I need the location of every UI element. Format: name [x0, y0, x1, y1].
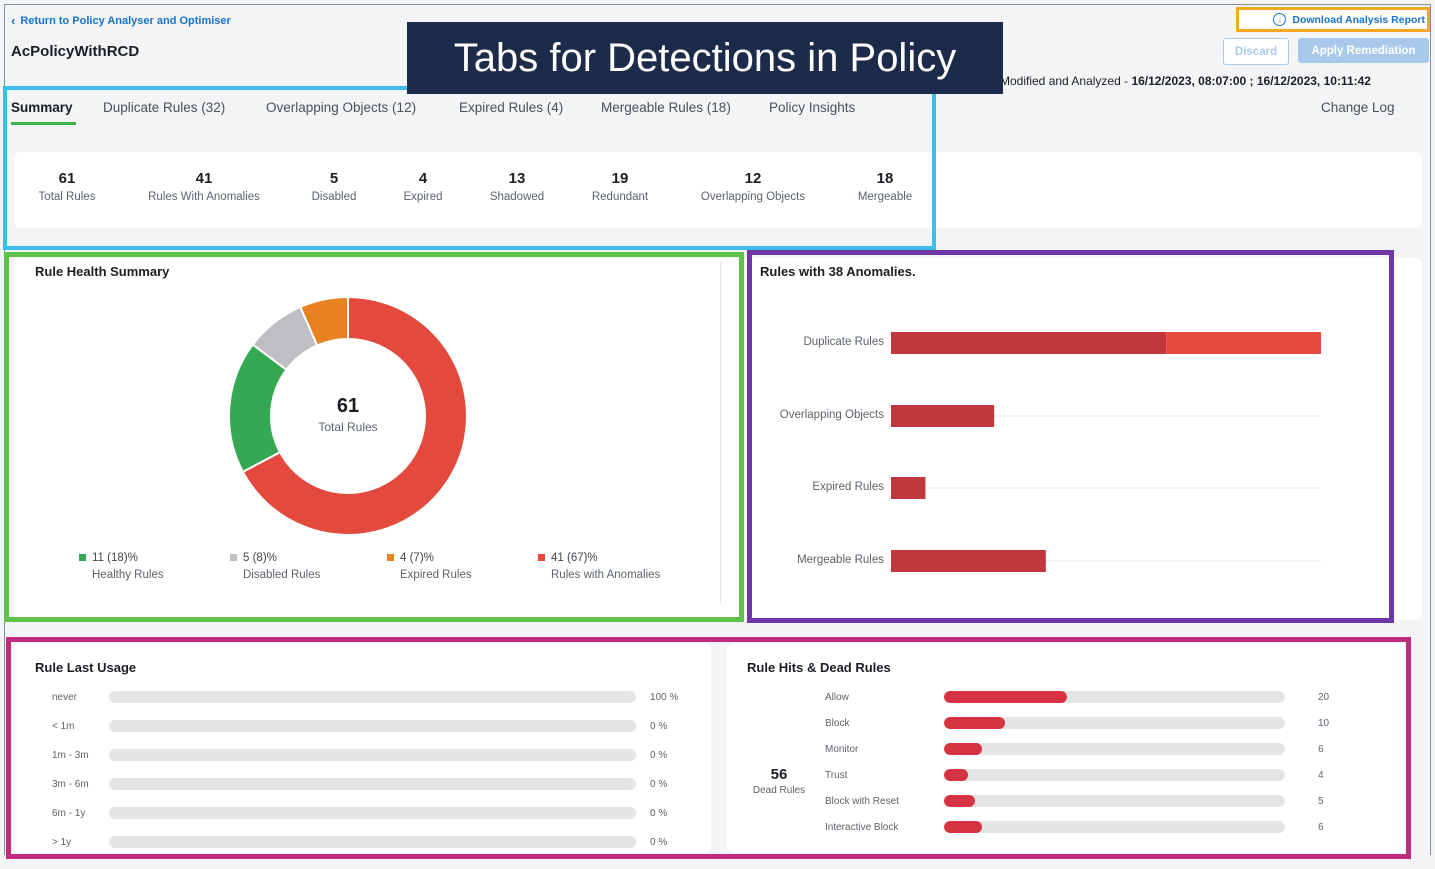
stats-row: 61 Total Rules 41 Rules With Anomalies 5 Di…	[0, 152, 913, 203]
download-report-button[interactable]: ↓ Download Analysis Report	[1236, 7, 1430, 32]
highlight-health-box	[4, 252, 744, 622]
return-link[interactable]: ‹ Return to Policy Analyser and Optimise…	[11, 13, 231, 28]
policy-name: AcPolicyWithRCD	[11, 43, 140, 60]
highlight-anomalies-box	[747, 250, 1394, 623]
tab-change-log[interactable]: Change Log	[1321, 100, 1395, 115]
tabs-callout-banner: Tabs for Detections in Policy	[407, 22, 1003, 94]
highlight-usage-box	[6, 637, 1411, 859]
highlight-tabs-box	[3, 86, 936, 250]
discard-button[interactable]: Discard	[1223, 38, 1289, 65]
return-link-label: Return to Policy Analyser and Optimiser	[20, 14, 231, 27]
modified-info: Modified and Analyzed - 16/12/2023, 08:0…	[1000, 74, 1371, 88]
apply-remediation-button[interactable]: Apply Remediation	[1298, 38, 1429, 63]
modified-value: 16/12/2023, 08:07:00 ; 16/12/2023, 10:11…	[1131, 74, 1371, 88]
download-report-label: Download Analysis Report	[1292, 13, 1425, 26]
chevron-left-icon: ‹	[11, 13, 16, 28]
download-icon: ↓	[1273, 13, 1287, 26]
modified-label: Modified and Analyzed -	[1000, 74, 1129, 88]
